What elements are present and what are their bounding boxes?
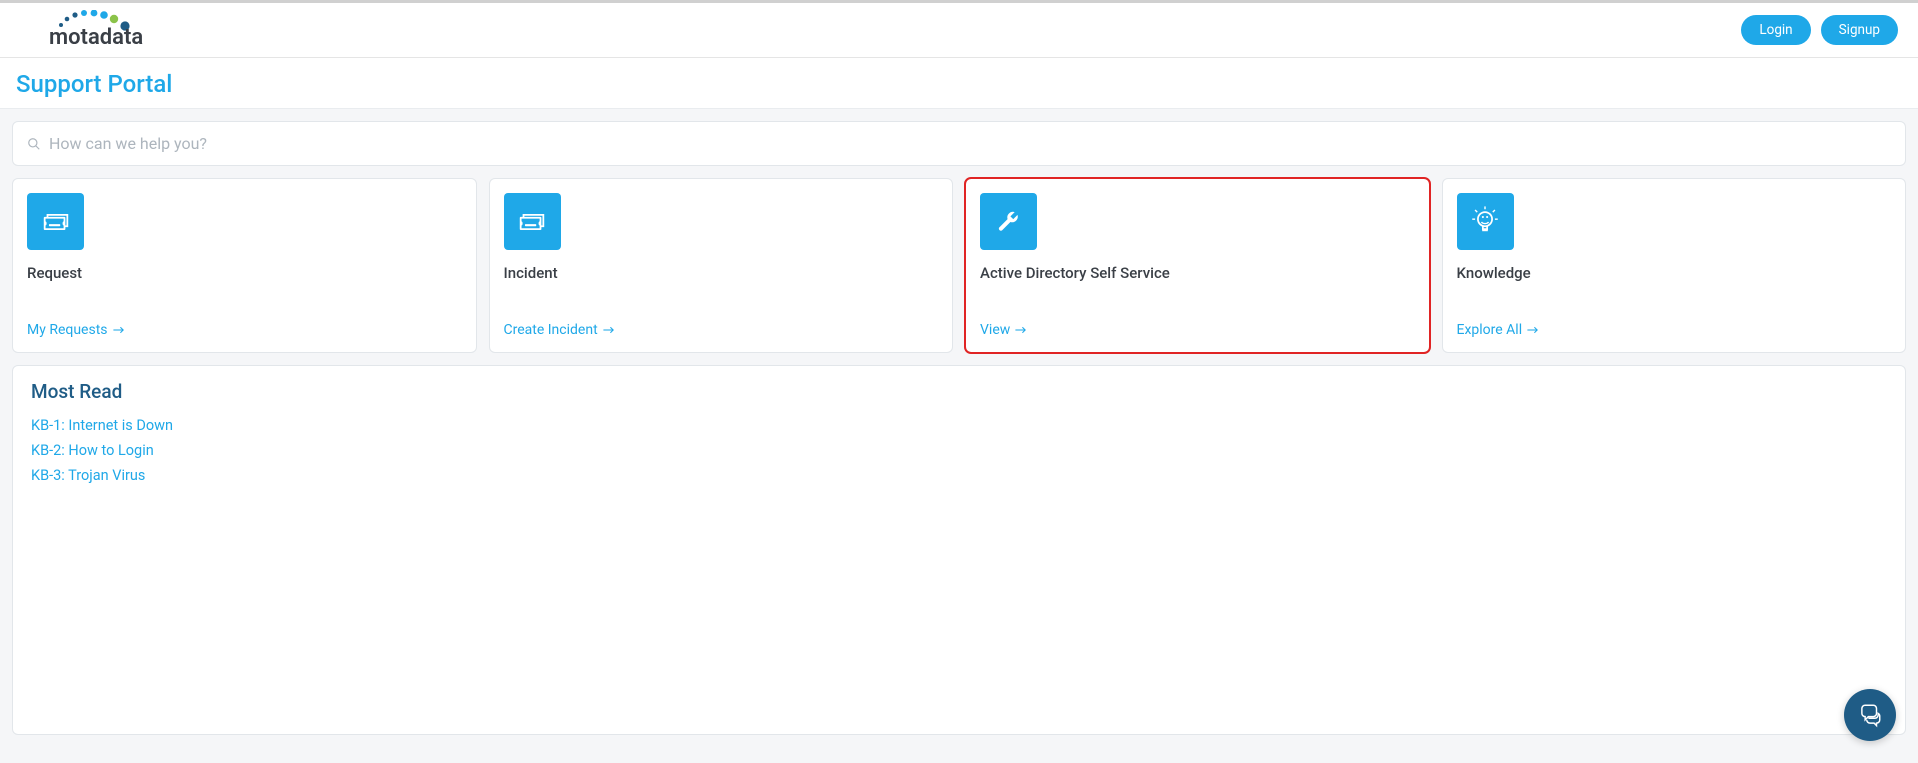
card-link-label: My Requests <box>27 322 108 338</box>
logo[interactable]: motadata <box>25 10 170 50</box>
card-incident[interactable]: Incident Create Incident <box>489 178 954 353</box>
card-link-explore-all[interactable]: Explore All <box>1457 322 1892 338</box>
wrench-icon <box>980 193 1037 250</box>
arrow-right-icon <box>1014 325 1028 335</box>
arrow-right-icon <box>112 325 126 335</box>
card-knowledge[interactable]: Knowledge Explore All <box>1442 178 1907 353</box>
card-link-create-incident[interactable]: Create Incident <box>504 322 939 338</box>
card-title: Request <box>27 264 462 282</box>
search-box[interactable] <box>12 121 1906 166</box>
card-request[interactable]: Request My Requests <box>12 178 477 353</box>
most-read-title: Most Read <box>31 380 1887 403</box>
chat-icon <box>1857 702 1883 728</box>
search-input[interactable] <box>49 134 1891 153</box>
kb-link[interactable]: KB-2: How to Login <box>31 438 1887 463</box>
ticket-icon <box>27 193 84 250</box>
ticket-icon <box>504 193 561 250</box>
kb-link[interactable]: KB-1: Internet is Down <box>31 413 1887 438</box>
card-link-my-requests[interactable]: My Requests <box>27 322 462 338</box>
arrow-right-icon <box>1526 325 1540 335</box>
header-actions: Login Signup <box>1741 15 1898 45</box>
chat-button[interactable] <box>1844 689 1896 741</box>
lightbulb-icon <box>1457 193 1514 250</box>
page-title: Support Portal <box>0 58 1918 109</box>
signup-button[interactable]: Signup <box>1821 15 1898 45</box>
logo-image: motadata <box>25 10 170 50</box>
top-bar: motadata Login Signup <box>0 0 1918 58</box>
kb-link[interactable]: KB-3: Trojan Virus <box>31 463 1887 488</box>
cards-row: Request My Requests Incident Create <box>12 178 1906 353</box>
search-icon <box>27 137 41 151</box>
card-title: Incident <box>504 264 939 282</box>
most-read-panel: Most Read KB-1: Internet is Down KB-2: H… <box>12 365 1906 735</box>
svg-text:motadata: motadata <box>49 25 143 50</box>
card-link-label: Explore All <box>1457 322 1523 338</box>
card-ad-self-service[interactable]: Active Directory Self Service View <box>965 178 1430 353</box>
login-button[interactable]: Login <box>1741 15 1810 45</box>
card-link-label: View <box>980 322 1010 338</box>
content: Request My Requests Incident Create <box>0 109 1918 747</box>
card-title: Knowledge <box>1457 264 1892 282</box>
card-link-label: Create Incident <box>504 322 598 338</box>
card-link-view[interactable]: View <box>980 322 1415 338</box>
card-title: Active Directory Self Service <box>980 264 1415 282</box>
arrow-right-icon <box>602 325 616 335</box>
